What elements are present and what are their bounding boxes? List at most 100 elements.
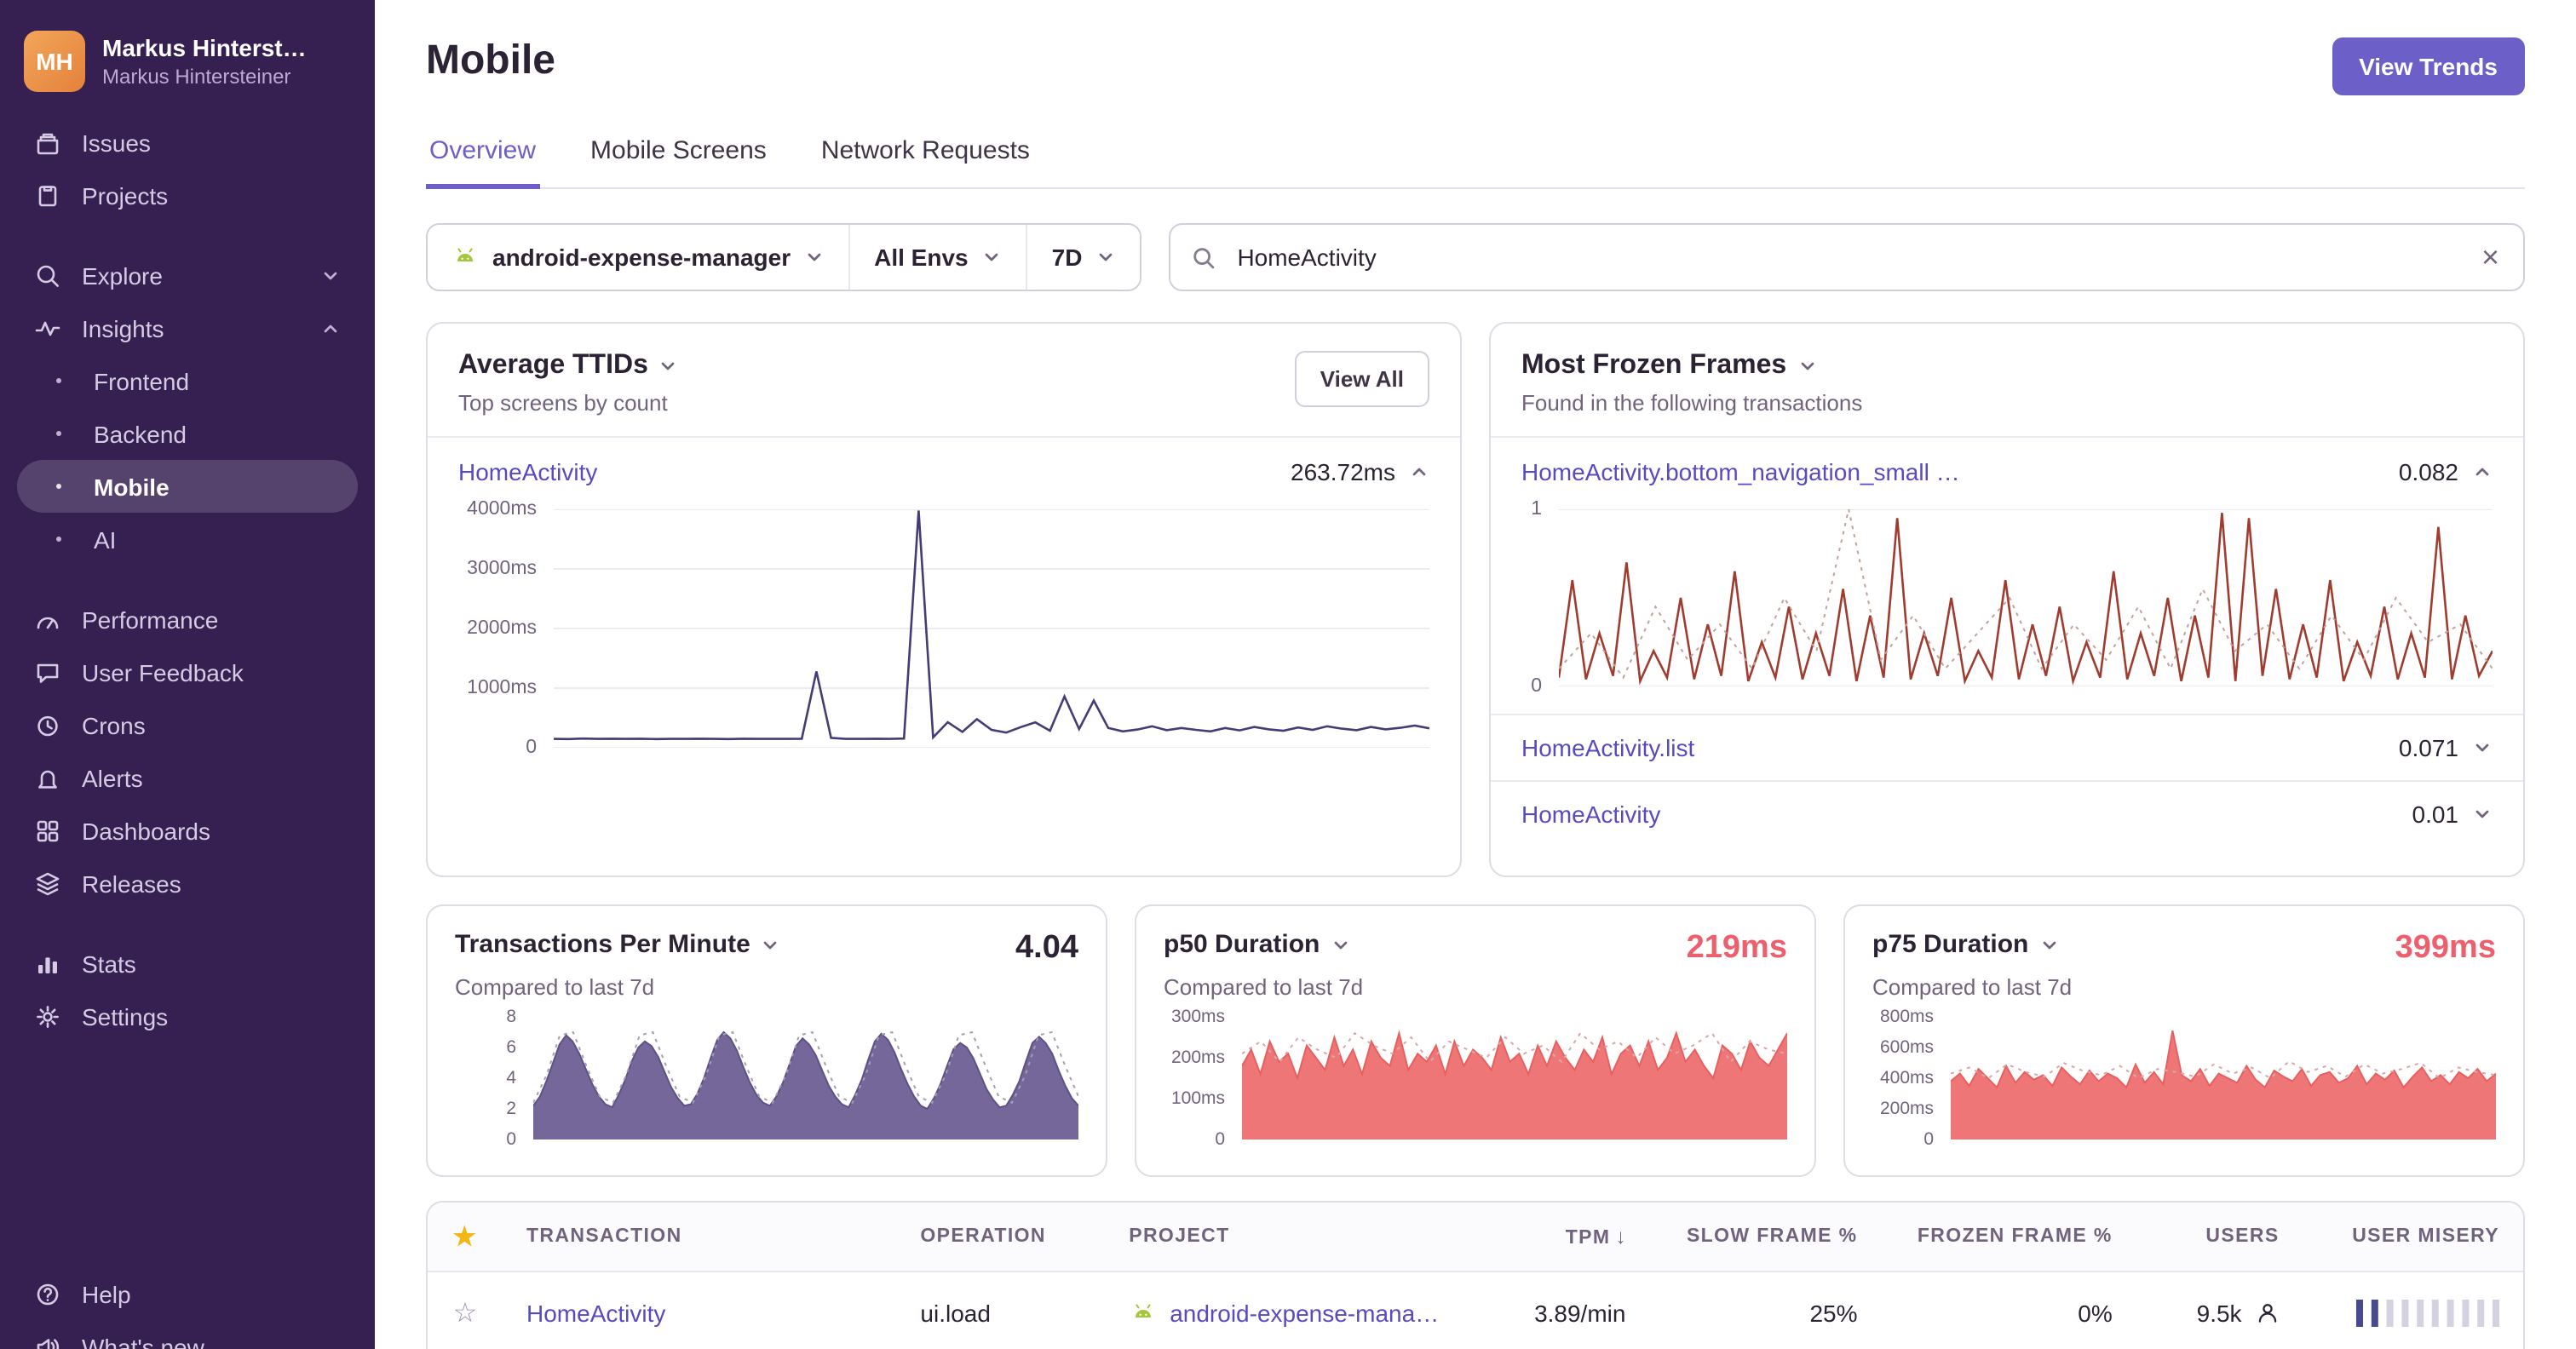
column-tpm[interactable]: TPM ↓	[1464, 1225, 1650, 1249]
sidebar-item-ai[interactable]: AI	[17, 513, 358, 565]
environment-filter[interactable]: All Envs	[848, 225, 1026, 290]
main-content: Mobile View Trends Overview Mobile Scree…	[375, 0, 2576, 1349]
chevron-down-icon[interactable]	[2472, 804, 2493, 824]
sidebar-item-label: Crons	[82, 711, 146, 738]
sidebar-item-label: Issues	[82, 129, 151, 156]
sidebar-item-settings[interactable]: Settings	[17, 990, 358, 1042]
chevron-down-icon[interactable]	[761, 934, 781, 955]
chevron-up-icon[interactable]	[1409, 462, 1429, 482]
dashboards-icon	[34, 817, 61, 844]
project-filter[interactable]: android-expense-manager	[428, 225, 849, 290]
y-axis-labels: 10	[1531, 499, 1542, 697]
sidebar-item-help[interactable]: Help	[17, 1267, 358, 1320]
transaction-link[interactable]: HomeActivity.bottom_navigation_small …	[1521, 458, 1960, 485]
sidebar-item-projects[interactable]: Projects	[17, 169, 358, 221]
column-project[interactable]: PROJECT	[1105, 1226, 1464, 1247]
frozen-row: HomeActivity 0.01	[1491, 780, 2523, 847]
chevron-down-icon[interactable]	[658, 356, 679, 376]
sidebar-item-issues[interactable]: Issues	[17, 116, 358, 169]
gear-icon	[34, 1002, 61, 1030]
page-title: Mobile	[426, 37, 555, 83]
user-misery-chart	[2356, 1299, 2499, 1326]
column-user-misery[interactable]: USER MISERY	[2303, 1226, 2523, 1247]
help-icon	[34, 1280, 61, 1307]
column-operation[interactable]: OPERATION	[896, 1226, 1105, 1247]
sidebar-item-label: Help	[82, 1280, 131, 1307]
sidebar-item-dashboards[interactable]: Dashboards	[17, 804, 358, 857]
sidebar-item-label: Backend	[94, 420, 187, 447]
card-subtitle: Compared to last 7d	[1164, 974, 1364, 1000]
sidebar-item-user-feedback[interactable]: User Feedback	[17, 646, 358, 698]
user-feedback-icon	[34, 658, 61, 686]
chevron-down-icon[interactable]	[2038, 934, 2059, 955]
chevron-down-icon	[982, 247, 1003, 267]
transaction-link[interactable]: HomeActivity	[458, 458, 597, 485]
sidebar-item-label: Mobile	[94, 473, 170, 500]
sidebar-item-insights[interactable]: Insights	[17, 301, 358, 354]
view-all-button[interactable]: View All	[1294, 351, 1429, 407]
sidebar-nav: Issues Projects Explore Insights Fronten…	[0, 112, 375, 1046]
search-icon	[1191, 244, 1216, 270]
chevron-down-icon[interactable]	[1797, 356, 1817, 376]
p50-value: 219ms	[1686, 930, 1787, 966]
transaction-link[interactable]: HomeActivity	[1521, 801, 1660, 828]
frozen-frames-chart	[1559, 509, 2493, 686]
clear-search-button[interactable]: ×	[2478, 242, 2503, 273]
chevron-down-icon[interactable]	[1330, 934, 1350, 955]
sidebar-item-label: Dashboards	[82, 817, 210, 844]
card-subtitle: Top screens by count	[458, 390, 668, 416]
chevron-down-icon	[804, 247, 825, 267]
explore-icon	[34, 261, 61, 289]
transaction-link[interactable]: HomeActivity	[526, 1299, 665, 1326]
card-title: Transactions Per Minute	[455, 930, 750, 959]
bullet-icon	[56, 537, 61, 542]
tab-overview[interactable]: Overview	[426, 136, 540, 189]
tab-network-requests[interactable]: Network Requests	[818, 136, 1033, 189]
card-subtitle: Found in the following transactions	[1521, 390, 1863, 416]
sidebar-item-whats-new[interactable]: What's new	[17, 1320, 358, 1349]
column-frozen-frame[interactable]: FROZEN FRAME %	[1882, 1226, 2136, 1247]
p75-duration-card: p75 Duration 399ms Compared to last 7d 8…	[1843, 904, 2525, 1177]
android-icon	[1129, 1299, 1156, 1326]
sidebar-item-label: Alerts	[82, 764, 143, 791]
android-icon	[451, 244, 479, 271]
sidebar-item-performance[interactable]: Performance	[17, 593, 358, 646]
column-transaction[interactable]: TRANSACTION	[503, 1226, 896, 1247]
tab-mobile-screens[interactable]: Mobile Screens	[587, 136, 770, 189]
view-trends-button[interactable]: View Trends	[2332, 37, 2525, 95]
frozen-frame-cell: 0%	[2078, 1299, 2113, 1326]
p50-duration-card: p50 Duration 219ms Compared to last 7d 3…	[1135, 904, 1816, 1177]
sidebar-item-releases[interactable]: Releases	[17, 857, 358, 910]
project-link[interactable]: android-expense-manager	[1170, 1299, 1440, 1326]
sidebar: MH Markus Hinterst… Markus Hintersteiner…	[0, 0, 375, 1349]
ttid-value: 263.72ms	[1291, 458, 1395, 485]
column-slow-frame[interactable]: SLOW FRAME %	[1649, 1226, 1881, 1247]
sidebar-item-explore[interactable]: Explore	[17, 249, 358, 301]
table-header: ★ TRANSACTION OPERATION PROJECT TPM ↓ SLO…	[428, 1203, 2523, 1272]
frozen-value: 0.01	[2412, 801, 2459, 828]
chevron-up-icon[interactable]	[2472, 462, 2493, 482]
sidebar-item-label: Insights	[82, 314, 164, 342]
whats-new-icon	[34, 1333, 61, 1349]
sidebar-item-label: Releases	[82, 870, 181, 897]
sidebar-item-label: Explore	[82, 261, 163, 289]
p50-chart	[1242, 1017, 1787, 1139]
sidebar-item-backend[interactable]: Backend	[17, 407, 358, 460]
tpm-card: Transactions Per Minute 4.04 Compared to…	[426, 904, 1107, 1177]
project-cell: android-expense-manager	[1105, 1299, 1464, 1326]
card-title: Most Frozen Frames	[1521, 351, 1787, 380]
sidebar-item-label: Projects	[82, 181, 169, 209]
sidebar-item-crons[interactable]: Crons	[17, 698, 358, 751]
search-input[interactable]	[1233, 242, 2461, 273]
column-users[interactable]: USERS	[2136, 1226, 2303, 1247]
transaction-link[interactable]: HomeActivity.list	[1521, 734, 1694, 761]
user-menu[interactable]: MH Markus Hinterst… Markus Hintersteiner	[0, 20, 375, 112]
chevron-down-icon[interactable]	[2472, 738, 2493, 758]
star-icon[interactable]: ★	[453, 1221, 477, 1252]
date-range-filter[interactable]: 7D	[1026, 225, 1141, 290]
favorite-button[interactable]: ☆	[453, 1295, 478, 1329]
sidebar-item-frontend[interactable]: Frontend	[17, 354, 358, 407]
sidebar-item-stats[interactable]: Stats	[17, 937, 358, 990]
sidebar-item-alerts[interactable]: Alerts	[17, 751, 358, 804]
sidebar-item-mobile[interactable]: Mobile	[17, 460, 358, 513]
